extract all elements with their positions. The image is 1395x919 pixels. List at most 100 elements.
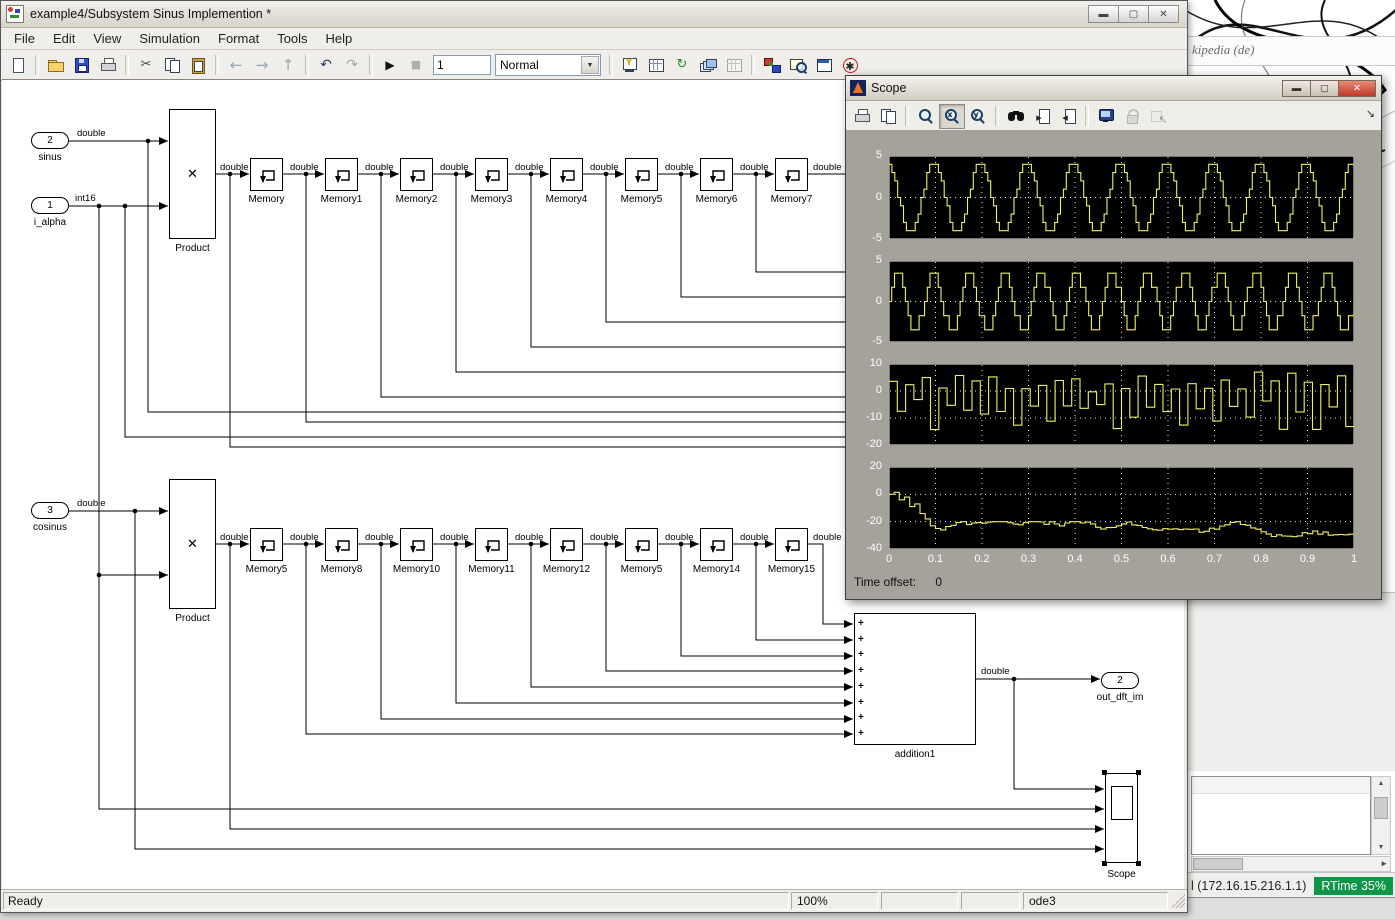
find-in-model-icon[interactable]: [785, 53, 811, 78]
minimize-button[interactable]: ▬: [1088, 5, 1119, 23]
navigate-forward-icon[interactable]: →: [249, 53, 275, 78]
menu-view[interactable]: View: [84, 29, 130, 48]
scrollbar-thumb[interactable]: [1193, 858, 1243, 870]
browser-tab-title[interactable]: kipedia (de): [1192, 42, 1254, 58]
print-icon[interactable]: [95, 53, 121, 78]
time-offset-value: 0: [935, 575, 942, 589]
sim-mode-dropdown[interactable]: Normal▼: [495, 54, 601, 76]
block-product2[interactable]: ✕: [169, 479, 216, 609]
menu-edit[interactable]: Edit: [44, 29, 84, 48]
port-cosinus[interactable]: 3: [31, 502, 69, 519]
scope-plot-4[interactable]: [889, 467, 1354, 549]
close-button[interactable]: ✕: [1148, 5, 1179, 23]
menu-help[interactable]: Help: [317, 29, 362, 48]
block-addition1[interactable]: ++++++++: [854, 613, 976, 745]
scope-minimize-button[interactable]: ▬: [1282, 80, 1311, 97]
library-browser-icon[interactable]: [643, 53, 669, 78]
scope-maximize-button[interactable]: ▢: [1310, 80, 1339, 97]
menu-format[interactable]: Format: [209, 29, 268, 48]
simulink-library-icon[interactable]: [759, 53, 785, 78]
scroll-up-icon[interactable]: ▲: [1372, 777, 1390, 790]
selection-handle[interactable]: [1136, 861, 1141, 866]
scroll-right-icon[interactable]: ►: [1380, 857, 1388, 870]
copy-icon[interactable]: [159, 53, 185, 78]
block-memory-top0[interactable]: [250, 158, 283, 191]
horizontal-scrollbar[interactable]: ►: [1191, 856, 1391, 872]
sim-time-input[interactable]: [433, 55, 491, 75]
titlebar[interactable]: example4/Subsystem Sinus Implemention * …: [1, 1, 1187, 28]
paste-icon[interactable]: [185, 53, 211, 78]
selection-handle[interactable]: [1102, 861, 1107, 866]
rtw-target-icon[interactable]: ✱: [837, 53, 863, 78]
menu-file[interactable]: File: [5, 29, 44, 48]
block-memory15-bottom7[interactable]: [775, 528, 808, 561]
new-model-icon[interactable]: [5, 53, 31, 78]
undo-icon[interactable]: ↶: [313, 53, 339, 78]
scope-restore-axes-icon[interactable]: ◂: [1055, 104, 1081, 129]
scope-zoom-x-icon[interactable]: x: [939, 104, 965, 129]
plus-input-mark: +: [858, 697, 864, 708]
toolbar-separator: [369, 55, 373, 75]
cut-icon[interactable]: ✂: [133, 53, 159, 78]
menu-simulation[interactable]: Simulation: [130, 29, 209, 48]
port-i_alpha[interactable]: 1: [31, 197, 69, 214]
resize-grip[interactable]: [1171, 894, 1185, 908]
library-stack-icon[interactable]: [695, 53, 721, 78]
scope-floating-scope-icon[interactable]: [1093, 104, 1119, 129]
block-memory8-bottom1[interactable]: [325, 528, 358, 561]
wire-arrowhead: [1091, 675, 1100, 683]
block-memory3-top3[interactable]: [475, 158, 508, 191]
open-model-icon[interactable]: [43, 53, 69, 78]
model-explorer-icon[interactable]: [811, 53, 837, 78]
scrollbar-thumb[interactable]: [1374, 797, 1388, 819]
block-memory4-top4[interactable]: [550, 158, 583, 191]
port-out_dft_im[interactable]: 2: [1101, 672, 1139, 689]
multiply-icon: ✕: [170, 166, 215, 182]
port-sinus[interactable]: 2: [31, 132, 69, 149]
selection-handle[interactable]: [1102, 770, 1107, 775]
start-simulation-icon[interactable]: ▶: [377, 53, 403, 78]
scope-plot-1[interactable]: [889, 156, 1354, 239]
block-label-top1: Memory1: [302, 194, 382, 205]
scroll-down-icon[interactable]: ▼: [1372, 841, 1390, 854]
scope-zoom-y-icon[interactable]: y: [965, 104, 991, 129]
scope-close-button[interactable]: ✕: [1338, 80, 1376, 97]
block-scope[interactable]: [1105, 773, 1138, 863]
block-memory6-top6[interactable]: [700, 158, 733, 191]
block-memory5-bottom5[interactable]: [625, 528, 658, 561]
y-tick-label: 5: [850, 149, 882, 161]
navigate-up-icon[interactable]: ↑: [275, 53, 301, 78]
y-tick-label: -5: [850, 335, 882, 347]
block-memory1-top1[interactable]: [325, 158, 358, 191]
update-diagram-icon[interactable]: ↻: [669, 53, 695, 78]
wire-arrowhead: [844, 715, 853, 723]
scope-plot-2[interactable]: [889, 261, 1354, 342]
selection-handle[interactable]: [1136, 770, 1141, 775]
menu-tools[interactable]: Tools: [268, 29, 316, 48]
scope-zoom-icon[interactable]: [913, 104, 939, 129]
block-memory5-bottom0[interactable]: [250, 528, 283, 561]
block-product1[interactable]: ✕: [169, 109, 216, 239]
block-memory11-bottom3[interactable]: [475, 528, 508, 561]
navigate-back-icon[interactable]: ←: [223, 53, 249, 78]
maximize-button[interactable]: ▢: [1118, 5, 1149, 23]
scope-print-icon[interactable]: [849, 104, 875, 129]
vertical-scrollbar[interactable]: ▲ ▼: [1371, 776, 1391, 855]
block-label-top2: Memory2: [377, 194, 457, 205]
block-memory12-bottom4[interactable]: [550, 528, 583, 561]
dropdown-arrow-icon[interactable]: ▼: [581, 56, 599, 74]
block-memory7-top7[interactable]: [775, 158, 808, 191]
scope-autoscale-icon[interactable]: [1003, 104, 1029, 129]
scope-titlebar[interactable]: Scope ▬ ▢ ✕: [846, 76, 1381, 101]
block-memory2-top2[interactable]: [400, 158, 433, 191]
block-memory10-bottom2[interactable]: [400, 528, 433, 561]
toolbar-separator: [35, 55, 39, 75]
scope-plot-3[interactable]: [889, 364, 1354, 445]
model-browser-icon[interactable]: Y: [617, 53, 643, 78]
save-model-icon[interactable]: [69, 53, 95, 78]
dock-arrow-icon[interactable]: ↘: [1366, 107, 1375, 120]
block-memory5-top5[interactable]: [625, 158, 658, 191]
scope-save-axes-icon[interactable]: ▸: [1029, 104, 1055, 129]
block-memory14-bottom6[interactable]: [700, 528, 733, 561]
scope-parameters-icon[interactable]: [875, 104, 901, 129]
